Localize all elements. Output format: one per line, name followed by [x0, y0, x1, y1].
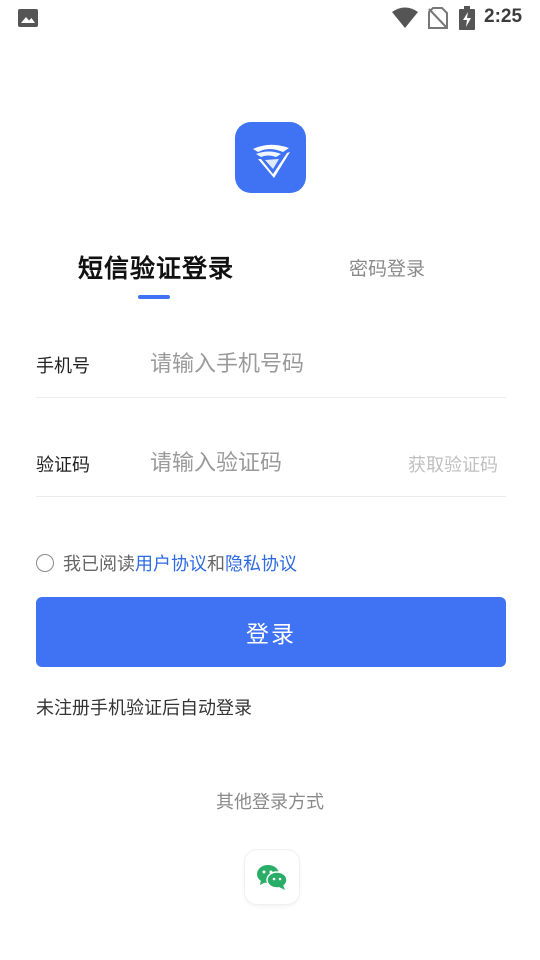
phone-divider: [36, 397, 506, 398]
wifi-icon: [392, 7, 418, 28]
agreement-and: 和: [207, 554, 225, 575]
tab-active-indicator: [138, 295, 170, 299]
code-label: 验证码: [36, 455, 90, 476]
app-logo-icon: [253, 144, 290, 178]
login-button[interactable]: 登录: [36, 597, 506, 667]
user-agreement-link[interactable]: 用户协议: [135, 554, 207, 575]
tab-password-login[interactable]: 密码登录: [349, 254, 425, 281]
auto-register-hint: 未注册手机验证后自动登录: [36, 698, 252, 719]
privacy-policy-link[interactable]: 隐私协议: [225, 554, 297, 575]
get-code-button[interactable]: 获取验证码: [408, 451, 498, 477]
agreement-checkbox[interactable]: [36, 554, 54, 572]
app-logo: [235, 122, 306, 193]
no-sim-icon: [428, 7, 448, 29]
verification-code-input[interactable]: [150, 446, 390, 480]
code-divider: [36, 496, 506, 497]
tab-sms-login[interactable]: 短信验证登录: [78, 249, 234, 285]
image-icon: [18, 9, 38, 27]
other-login-title: 其他登录方式: [216, 792, 324, 813]
battery-charging-icon: [459, 6, 475, 30]
agreement-prefix: 我已阅读: [63, 554, 135, 575]
phone-input[interactable]: [150, 347, 490, 381]
wechat-icon: [257, 865, 288, 890]
agreement-text: 我已阅读用户协议和隐私协议: [63, 550, 297, 576]
phone-label: 手机号: [36, 356, 90, 377]
login-button-label: 登录: [246, 622, 296, 648]
status-bar: 2:25: [0, 0, 540, 36]
status-time: 2:25: [484, 6, 523, 27]
wechat-login-button[interactable]: [245, 850, 299, 904]
